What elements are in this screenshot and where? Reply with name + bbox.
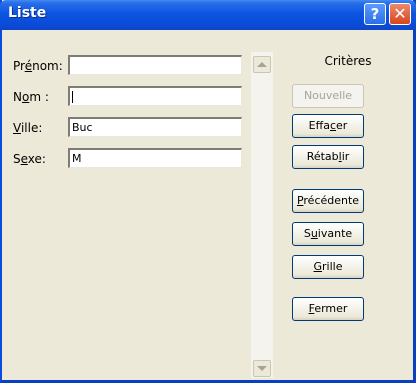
close-icon: ✕: [393, 4, 407, 23]
record-scrollbar[interactable]: [251, 52, 273, 378]
ville-field[interactable]: Buc: [68, 117, 242, 137]
scroll-down-button[interactable]: [253, 360, 271, 377]
precedente-button[interactable]: Précédente: [292, 189, 364, 213]
fermer-button[interactable]: Fermer: [292, 297, 364, 321]
sexe-field[interactable]: M: [68, 148, 242, 168]
prenom-field[interactable]: [68, 55, 242, 75]
scroll-up-button[interactable]: [253, 56, 271, 73]
help-icon: ?: [370, 5, 380, 23]
nom-label: Nom :: [13, 90, 49, 104]
prenom-label: Prénom:: [13, 59, 63, 73]
title-bar[interactable]: Liste ? ✕: [0, 0, 416, 30]
effacer-button[interactable]: Effacer: [292, 114, 364, 138]
nom-field[interactable]: [68, 86, 242, 106]
window-title: Liste: [8, 5, 47, 21]
retablir-button[interactable]: Rétablir: [292, 145, 364, 169]
arrow-up-icon: [257, 62, 267, 67]
suivante-button[interactable]: Suivante: [292, 222, 364, 246]
sexe-label: Sexe:: [13, 152, 46, 166]
text-caret: [72, 91, 73, 103]
grille-button[interactable]: Grille: [292, 255, 364, 279]
criteres-label: Critères: [324, 54, 372, 68]
arrow-down-icon: [257, 366, 267, 371]
ville-label: Ville:: [13, 121, 43, 135]
help-button[interactable]: ?: [364, 3, 386, 25]
close-button[interactable]: ✕: [389, 3, 411, 25]
nouvelle-button[interactable]: Nouvelle: [292, 84, 364, 108]
liste-dialog: Liste ? ✕ Prénom: Nom : Ville: Buc Sexe:…: [0, 0, 416, 383]
